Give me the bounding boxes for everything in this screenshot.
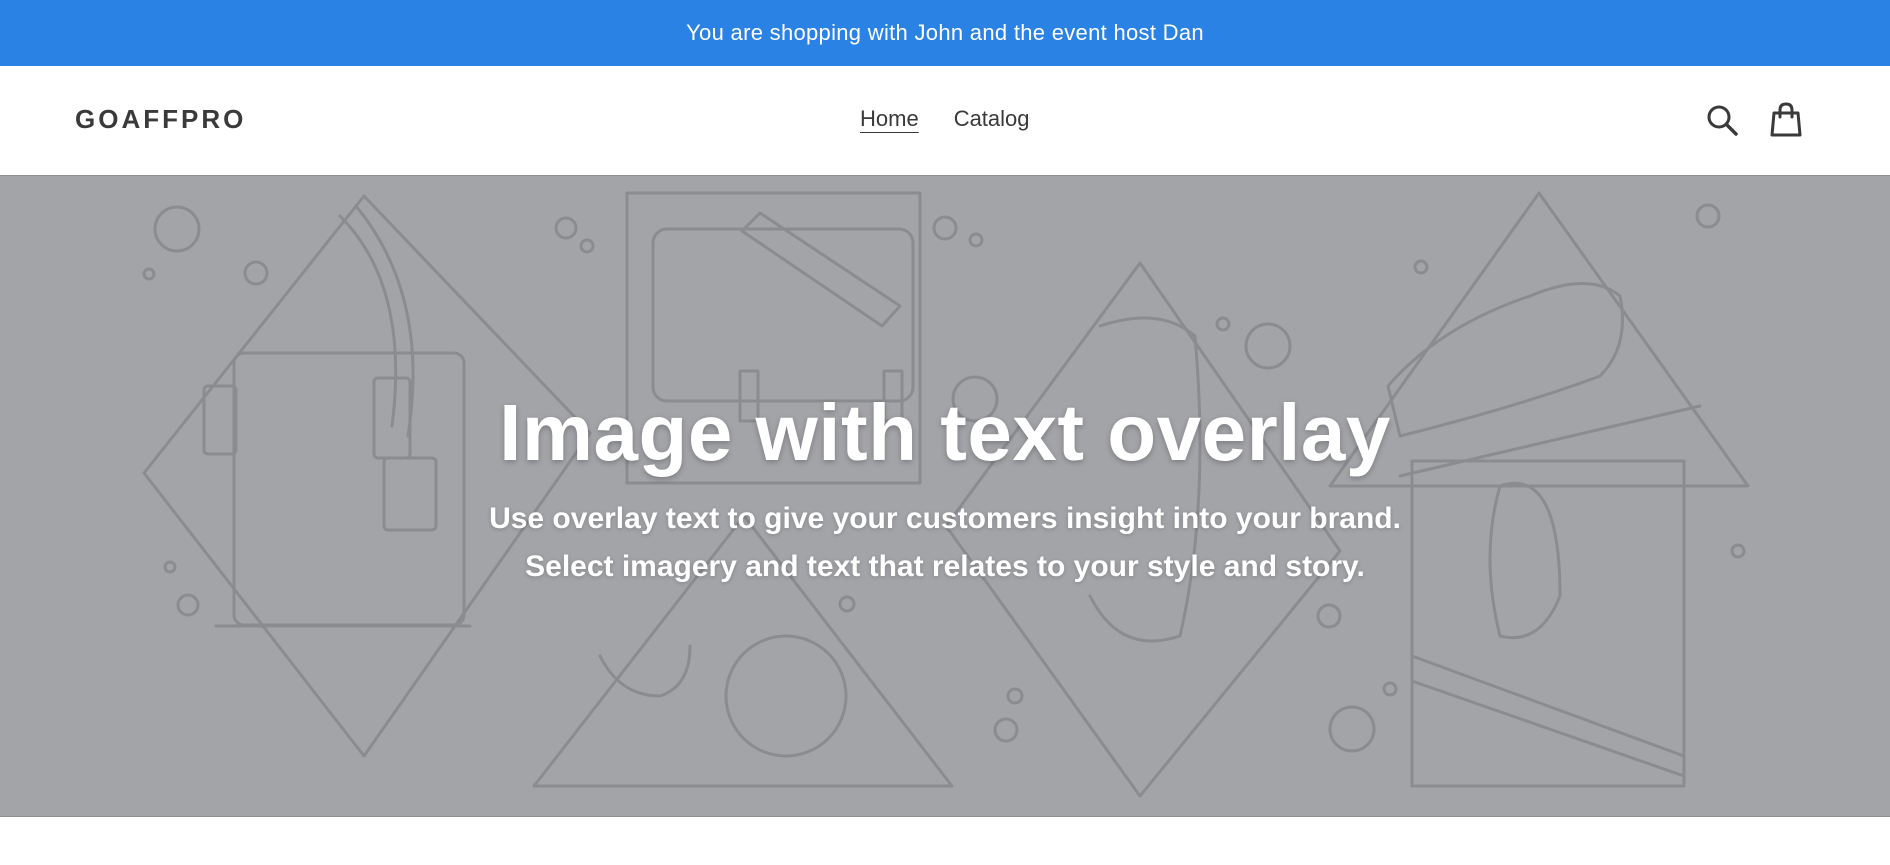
hero-subtitle-line2: Select imagery and text that relates to … <box>525 550 1365 583</box>
hero-image-overlay: Image with text overlay Use overlay text… <box>0 175 1890 817</box>
hero-subtitle-line1: Use overlay text to give your customers … <box>489 502 1401 535</box>
main-nav: Home Catalog <box>860 106 1030 132</box>
cart-button[interactable] <box>1768 102 1804 138</box>
announcement-text: You are shopping with John and the event… <box>686 20 1204 45</box>
cart-icon <box>1770 102 1802 137</box>
announcement-bar: You are shopping with John and the event… <box>0 0 1890 66</box>
search-icon <box>1707 105 1738 136</box>
nav-item-catalog[interactable]: Catalog <box>954 106 1030 132</box>
search-button[interactable] <box>1704 102 1740 138</box>
site-header: GOAFFPRO Home Catalog <box>0 66 1890 175</box>
site-logo[interactable]: GOAFFPRO <box>75 104 246 135</box>
nav-item-home[interactable]: Home <box>860 106 919 132</box>
hero-title: Image with text overlay <box>499 388 1391 477</box>
hero-content: Image with text overlay Use overlay text… <box>0 176 1890 816</box>
